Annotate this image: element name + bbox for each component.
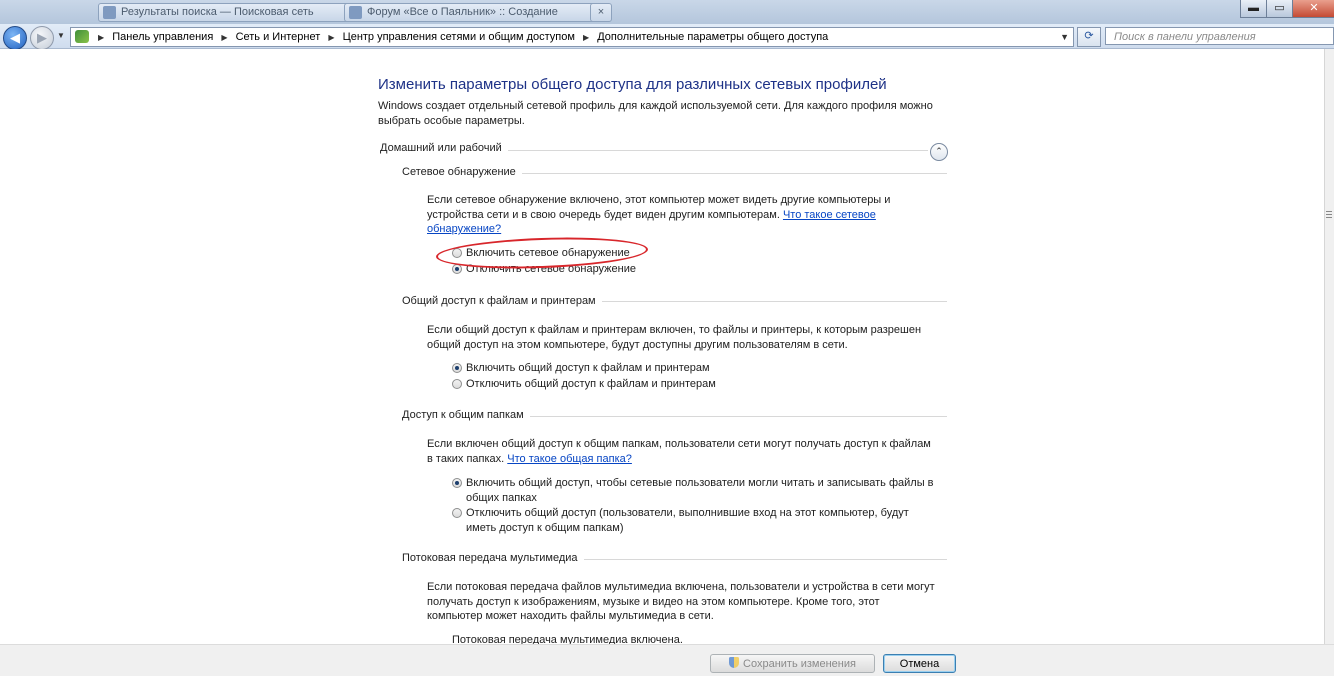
file-sharing-on-option[interactable]: Включить общий доступ к файлам и принтер…	[452, 362, 710, 374]
chevron-right-icon[interactable]: ▶	[328, 33, 334, 42]
vertical-scrollbar[interactable]	[1324, 49, 1334, 644]
breadcrumb-item[interactable]: Центр управления сетями и общим доступом	[343, 31, 575, 43]
cancel-button[interactable]: Отмена	[883, 654, 956, 673]
title-bar: Результаты поиска — Поисковая сеть Форум…	[0, 0, 1334, 24]
maximize-button[interactable]: ▭	[1266, 0, 1293, 18]
new-tab-button[interactable]: ×	[590, 3, 612, 22]
chevron-down-icon[interactable]: ▼	[1060, 28, 1069, 46]
history-dropdown-icon[interactable]: ▼	[57, 31, 65, 40]
chevron-right-icon[interactable]: ▶	[583, 33, 589, 42]
discovery-description: Если сетевое обнаружение включено, этот …	[427, 194, 891, 235]
taskbar-tab-2[interactable]: Форум «Все о Паяльник» :: Создание	[344, 3, 604, 22]
navigation-bar: ◀ ▶ ▼ ▶ Панель управления ▶ Сеть и Интер…	[0, 24, 1334, 50]
scroll-grip-icon[interactable]	[1326, 211, 1332, 212]
close-tab-icon: ×	[597, 6, 605, 18]
section-title-discovery: Сетевое обнаружение	[402, 166, 522, 178]
breadcrumb: ▶ Панель управления ▶ Сеть и Интернет ▶ …	[93, 28, 828, 46]
public-folders-on-radio[interactable]	[452, 478, 462, 488]
collapse-button[interactable]: ⌃	[930, 143, 948, 161]
media-description: Если потоковая передача файлов мультимед…	[427, 581, 935, 622]
file-sharing-off-radio[interactable]	[452, 379, 462, 389]
page-title: Изменить параметры общего доступа для ра…	[378, 76, 887, 93]
chevron-right-icon[interactable]: ▶	[221, 33, 227, 42]
shield-icon	[729, 657, 740, 668]
footer-bar: Сохранить изменения Отмена	[0, 644, 1334, 676]
chevron-right-icon[interactable]: ▶	[98, 33, 104, 42]
section-title-file-sharing: Общий доступ к файлам и принтерам	[402, 295, 602, 307]
file-sharing-on-radio[interactable]	[452, 363, 462, 373]
public-folders-off-option[interactable]: Отключить общий доступ (пользователи, вы…	[452, 506, 936, 535]
close-window-button[interactable]: ✕	[1292, 0, 1334, 18]
file-sharing-description: Если общий доступ к файлам и принтерам в…	[427, 324, 922, 351]
page-icon	[349, 6, 362, 19]
public-folder-help-link[interactable]: Что такое общая папка?	[507, 453, 632, 465]
search-input[interactable]: Поиск в панели управления	[1105, 27, 1334, 45]
profile-title: Домашний или рабочий	[380, 142, 508, 154]
control-panel-icon	[75, 30, 89, 43]
breadcrumb-item[interactable]: Сеть и Интернет	[236, 31, 321, 43]
back-button[interactable]: ◀	[3, 26, 27, 50]
section-title-public-folders: Доступ к общим папкам	[402, 409, 530, 421]
breadcrumb-item[interactable]: Дополнительные параметры общего доступа	[597, 31, 828, 43]
breadcrumb-item[interactable]: Панель управления	[112, 31, 213, 43]
chevron-up-icon: ⌃	[935, 146, 943, 156]
page-icon	[103, 6, 116, 19]
minimize-button[interactable]: ▬	[1240, 0, 1267, 18]
refresh-button[interactable]: ⟳	[1077, 27, 1101, 47]
file-sharing-off-option[interactable]: Отключить общий доступ к файлам и принте…	[452, 378, 716, 390]
forward-button[interactable]: ▶	[30, 26, 54, 50]
content-area: Изменить параметры общего доступа для ра…	[0, 49, 1324, 644]
taskbar-tab-1[interactable]: Результаты поиска — Поисковая сеть	[98, 3, 358, 22]
intro-text: Windows создает отдельный сетевой профил…	[378, 100, 933, 127]
public-folders-off-radio[interactable]	[452, 508, 462, 518]
public-folders-description: Если включен общий доступ к общим папкам…	[427, 438, 931, 465]
address-bar[interactable]: ▶ Панель управления ▶ Сеть и Интернет ▶ …	[70, 27, 1074, 47]
section-title-media: Потоковая передача мультимедиа	[402, 552, 584, 564]
save-changes-button[interactable]: Сохранить изменения	[710, 654, 875, 673]
refresh-icon: ⟳	[1084, 30, 1094, 42]
media-status: Потоковая передача мультимедиа включена.	[452, 634, 683, 644]
public-folders-on-option[interactable]: Включить общий доступ, чтобы сетевые пол…	[452, 476, 936, 505]
